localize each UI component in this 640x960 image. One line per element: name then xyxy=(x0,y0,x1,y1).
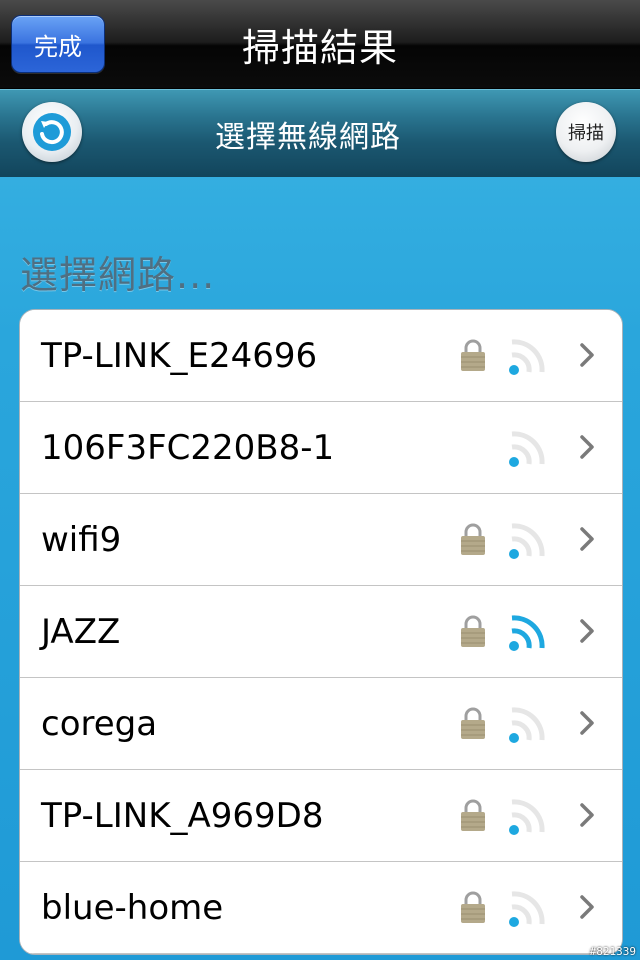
lock-icon xyxy=(461,523,485,555)
lock-icon xyxy=(461,891,485,923)
nav-bar: 完成 掃描結果 xyxy=(0,0,640,89)
network-name: TP-LINK_E24696 xyxy=(41,335,318,376)
network-name: 106F3FC220B8-1 xyxy=(41,427,335,468)
chevron-right-icon xyxy=(580,619,594,643)
watermark: #821339 xyxy=(589,945,636,958)
chevron-right-icon xyxy=(580,343,594,367)
network-name: TP-LINK_A969D8 xyxy=(41,795,324,836)
wifi-signal-icon xyxy=(509,799,545,835)
lock-icon xyxy=(461,615,485,647)
network-row[interactable]: TP-LINK_A969D8 xyxy=(20,770,622,862)
network-name: wifi9 xyxy=(41,519,122,560)
screen: 完成 掃描結果 選擇無線網路 掃描 選擇網路... TP-LINK_E24696… xyxy=(0,0,640,960)
network-name: corega xyxy=(41,703,158,744)
network-row[interactable]: 106F3FC220B8-1 xyxy=(20,402,622,494)
network-row[interactable]: corega xyxy=(20,678,622,770)
refresh-button[interactable] xyxy=(22,102,82,162)
toolbar-title: 選擇無線網路 xyxy=(215,120,401,155)
lock-icon xyxy=(461,799,485,831)
network-name: blue-home xyxy=(41,887,224,928)
toolbar: 選擇無線網路 xyxy=(0,89,640,177)
chevron-right-icon xyxy=(580,895,594,919)
done-button[interactable]: 完成 xyxy=(11,15,105,73)
wifi-signal-icon xyxy=(509,707,545,743)
wifi-signal-icon xyxy=(509,339,545,375)
network-row[interactable]: TP-LINK_E24696 xyxy=(20,310,622,402)
chevron-right-icon xyxy=(580,527,594,551)
lock-icon xyxy=(461,339,485,371)
network-row[interactable]: blue-home xyxy=(20,862,622,954)
refresh-icon xyxy=(33,113,71,151)
wifi-signal-icon xyxy=(509,891,545,927)
scan-button[interactable]: 掃描 xyxy=(556,102,616,162)
section-heading: 選擇網路... xyxy=(20,253,216,297)
network-row[interactable]: wifi9 xyxy=(20,494,622,586)
lock-icon xyxy=(461,707,485,739)
network-row[interactable]: JAZZ xyxy=(20,586,622,678)
chevron-right-icon xyxy=(580,435,594,459)
wifi-signal-icon xyxy=(509,523,545,559)
network-list: TP-LINK_E24696 106F3FC220B8-1 wifi9 JAZZ cor… xyxy=(19,309,623,955)
wifi-signal-icon xyxy=(509,431,545,467)
wifi-signal-icon xyxy=(509,615,545,651)
chevron-right-icon xyxy=(580,803,594,827)
network-name: JAZZ xyxy=(41,611,121,652)
chevron-right-icon xyxy=(580,711,594,735)
